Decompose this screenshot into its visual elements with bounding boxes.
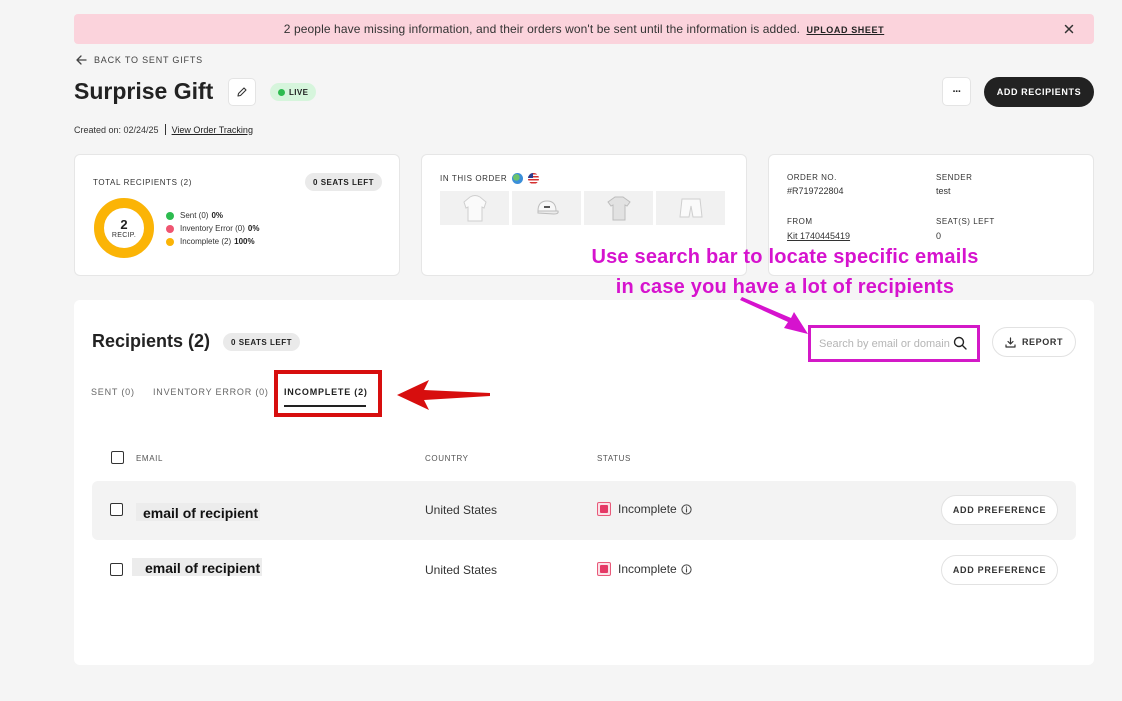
arrow-left-icon (76, 55, 87, 65)
status-badge: LIVE (270, 83, 317, 101)
add-preference-button[interactable]: ADD PREFERENCE (941, 555, 1058, 585)
banner-message: 2 people have missing information, and t… (283, 22, 801, 36)
donut-value: 2 (120, 217, 128, 232)
green-dot-icon (166, 211, 174, 220)
red-dot-icon (166, 224, 174, 233)
cap-icon (536, 200, 559, 215)
download-icon (1005, 336, 1016, 348)
hoodie-icon (462, 195, 487, 222)
add-recipients-button[interactable]: ADD RECIPIENTS (984, 77, 1094, 107)
back-to-sent-gifts-link[interactable]: BACK TO SENT GIFTS (76, 55, 203, 65)
legend-label: Sent (0) (180, 211, 209, 220)
us-flag-icon (528, 173, 540, 184)
total-recipients-card: TOTAL RECIPIENTS (2) 0 SEATS LEFT 2 RECI… (74, 154, 400, 276)
recipient-country: United States (425, 503, 498, 517)
legend-label: Inventory Error (0) (180, 224, 245, 233)
incomplete-tab-highlight (274, 370, 382, 417)
legend-pct: 0% (211, 211, 224, 220)
status-legend: Sent (0) 0% Inventory Error (0) 0% Incom… (166, 209, 259, 248)
pencil-icon (236, 86, 248, 98)
report-button[interactable]: REPORT (992, 327, 1076, 357)
legend-item-inventory-error: Inventory Error (0) 0% (166, 222, 259, 235)
incomplete-status-icon (597, 502, 611, 516)
red-arrow-annotation (397, 380, 490, 410)
legend-pct: 0% (247, 224, 260, 233)
legend-item-sent: Sent (0) 0% (166, 209, 259, 222)
magenta-arrow-annotation (740, 297, 808, 334)
recipient-email: email of recipient (136, 503, 261, 521)
tshirt-thumbnail (584, 191, 653, 225)
live-dot-icon (278, 88, 285, 96)
row-checkbox[interactable] (110, 503, 123, 516)
sender-value: test (936, 186, 951, 196)
search-annotation-text: Use search bar to locate specific emails… (560, 242, 1010, 302)
close-icon[interactable] (1062, 22, 1076, 36)
total-recipients-label: TOTAL RECIPIENTS (2) (93, 178, 192, 187)
column-country: COUNTRY (425, 454, 469, 463)
incomplete-status-icon (597, 562, 611, 576)
sender-label: SENDER (936, 173, 973, 182)
globe-flag-icon (512, 173, 524, 184)
shorts-thumbnail (656, 191, 725, 225)
row-checkbox[interactable] (110, 563, 123, 576)
status-label: Incomplete (618, 562, 677, 576)
info-icon[interactable] (681, 563, 692, 575)
hoodie-thumbnail (440, 191, 509, 225)
recipient-country: United States (425, 563, 498, 577)
recipient-email: email of recipient (132, 558, 263, 576)
view-order-tracking-link[interactable]: View Order Tracking (172, 125, 253, 135)
recipients-title: Recipients (2) (92, 331, 211, 351)
annotation-line-1: Use search bar to locate specific emails (591, 246, 979, 268)
page-title: Surprise Gift (74, 78, 214, 104)
legend-label: Incomplete (2) (180, 237, 232, 246)
in-this-order-label: IN THIS ORDER (440, 174, 508, 183)
select-all-checkbox[interactable] (111, 451, 124, 464)
search-input[interactable] (819, 335, 951, 353)
cap-thumbnail (512, 191, 581, 225)
add-preference-button[interactable]: ADD PREFERENCE (941, 495, 1058, 525)
column-email: EMAIL (136, 454, 164, 463)
order-no-value: #R719722804 (787, 186, 844, 196)
column-status: STATUS (597, 454, 631, 463)
report-label: REPORT (1021, 337, 1064, 347)
status-label: Incomplete (618, 502, 677, 516)
recipients-seats-badge: 0 SEATS LEFT (223, 333, 300, 351)
search-box (808, 325, 980, 362)
order-no-label: ORDER NO. (787, 173, 837, 182)
divider (164, 124, 166, 135)
from-label: FROM (787, 217, 813, 226)
upload-sheet-link[interactable]: UPLOAD SHEET (807, 25, 885, 35)
more-dots-icon: ··· (952, 85, 962, 98)
recipient-status: Incomplete (597, 562, 692, 576)
more-options-button[interactable]: ··· (942, 77, 971, 106)
shorts-icon (678, 198, 703, 218)
seats-left-value: 0 (936, 231, 942, 241)
search-icon[interactable] (953, 336, 967, 350)
status-badge-label: LIVE (289, 87, 309, 97)
seats-left-badge: 0 SEATS LEFT (305, 173, 382, 191)
legend-item-incomplete: Incomplete (2) 100% (166, 235, 259, 248)
seats-left-label: SEAT(S) LEFT (936, 217, 995, 226)
tshirt-icon (606, 196, 631, 221)
legend-pct: 100% (234, 237, 255, 246)
created-date: Created on: 02/24/25 (74, 124, 159, 135)
missing-info-banner: 2 people have missing information, and t… (74, 14, 1094, 44)
tab-sent[interactable]: SENT (0) (91, 387, 135, 397)
orange-dot-icon (166, 237, 174, 246)
info-icon[interactable] (681, 503, 692, 515)
from-kit-link[interactable]: Kit 1740445419 (787, 231, 850, 241)
created-info: Created on: 02/24/25 View Order Tracking (74, 124, 253, 135)
recipient-status: Incomplete (597, 502, 692, 516)
donut-label: RECIP. (111, 232, 137, 239)
back-label: BACK TO SENT GIFTS (94, 55, 203, 65)
tab-inventory-error[interactable]: INVENTORY ERROR (0) (153, 387, 269, 397)
edit-title-button[interactable] (228, 78, 256, 106)
